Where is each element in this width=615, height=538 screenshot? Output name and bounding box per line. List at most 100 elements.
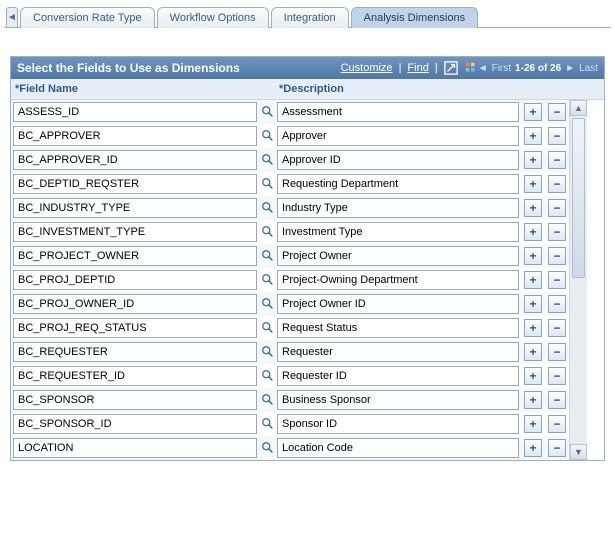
delete-row-button[interactable]: − [548, 367, 566, 385]
description-input[interactable] [277, 150, 519, 170]
description-input[interactable] [277, 438, 519, 458]
description-input[interactable] [277, 294, 519, 314]
description-input[interactable] [277, 126, 519, 146]
nav-last-label[interactable]: Last [579, 63, 598, 74]
add-row-button[interactable]: + [524, 103, 542, 121]
description-input[interactable] [277, 366, 519, 386]
view-all-icon[interactable] [444, 61, 458, 75]
tab-integration[interactable]: Integration [271, 7, 349, 28]
nav-range: 1-26 of 26 [515, 63, 561, 74]
lookup-icon[interactable] [261, 366, 275, 386]
description-input[interactable] [277, 390, 519, 410]
lookup-icon[interactable] [261, 294, 275, 314]
tab-analysis-dimensions[interactable]: Analysis Dimensions [351, 7, 478, 28]
download-icon[interactable] [464, 61, 478, 75]
delete-row-button[interactable]: − [548, 151, 566, 169]
delete-row-button[interactable]: − [548, 319, 566, 337]
delete-row-button[interactable]: − [548, 415, 566, 433]
field-name-input[interactable] [13, 366, 257, 386]
find-link[interactable]: Find [407, 62, 428, 74]
add-row-button[interactable]: + [524, 367, 542, 385]
lookup-icon[interactable] [261, 150, 275, 170]
dimensions-grid: Select the Fields to Use as Dimensions C… [10, 56, 605, 461]
lookup-icon[interactable] [261, 102, 275, 122]
description-input[interactable] [277, 174, 519, 194]
lookup-icon[interactable] [261, 342, 275, 362]
add-row-button[interactable]: + [524, 343, 542, 361]
lookup-icon[interactable] [261, 318, 275, 338]
delete-row-button[interactable]: − [548, 127, 566, 145]
description-input[interactable] [277, 318, 519, 338]
field-name-input[interactable] [13, 150, 257, 170]
delete-row-button[interactable]: − [548, 175, 566, 193]
field-name-input[interactable] [13, 414, 257, 434]
scroll-thumb[interactable] [572, 118, 585, 278]
field-name-input[interactable] [13, 198, 257, 218]
field-name-input[interactable] [13, 294, 257, 314]
delete-row-button[interactable]: − [548, 199, 566, 217]
column-header-row: *Field Name *Description [11, 79, 604, 100]
description-input[interactable] [277, 102, 519, 122]
delete-row-button[interactable]: − [548, 223, 566, 241]
field-name-input[interactable] [13, 342, 257, 362]
delete-row-button[interactable]: − [548, 391, 566, 409]
description-input[interactable] [277, 342, 519, 362]
add-row-button[interactable]: + [524, 439, 542, 457]
lookup-icon[interactable] [261, 126, 275, 146]
field-name-input[interactable] [13, 222, 257, 242]
add-row-button[interactable]: + [524, 415, 542, 433]
nav-first-arrow-icon[interactable]: ◄ [478, 63, 488, 74]
tab-scroll-left[interactable]: ◄ [6, 7, 18, 27]
add-row-button[interactable]: + [524, 223, 542, 241]
lookup-icon[interactable] [261, 390, 275, 410]
add-row-button[interactable]: + [524, 247, 542, 265]
field-name-input[interactable] [13, 126, 257, 146]
description-input[interactable] [277, 270, 519, 290]
add-row-button[interactable]: + [524, 319, 542, 337]
grid-title: Select the Fields to Use as Dimensions [17, 61, 341, 75]
field-name-input[interactable] [13, 270, 257, 290]
add-row-button[interactable]: + [524, 295, 542, 313]
lookup-icon[interactable] [261, 438, 275, 458]
field-name-input[interactable] [13, 102, 257, 122]
vertical-scrollbar[interactable]: ▲ ▼ [569, 100, 587, 460]
nav-first-label[interactable]: First [492, 63, 511, 74]
scroll-down-icon[interactable]: ▼ [570, 444, 587, 460]
field-name-input[interactable] [13, 318, 257, 338]
field-name-input[interactable] [13, 174, 257, 194]
lookup-icon[interactable] [261, 174, 275, 194]
description-input[interactable] [277, 246, 519, 266]
delete-row-button[interactable]: − [548, 103, 566, 121]
tab-strip: ◄ Conversion Rate Type Workflow Options … [4, 4, 611, 28]
tab-workflow-options[interactable]: Workflow Options [157, 7, 269, 28]
field-name-input[interactable] [13, 390, 257, 410]
delete-row-button[interactable]: − [548, 295, 566, 313]
lookup-icon[interactable] [261, 198, 275, 218]
add-row-button[interactable]: + [524, 391, 542, 409]
description-input[interactable] [277, 198, 519, 218]
add-row-button[interactable]: + [524, 151, 542, 169]
lookup-icon[interactable] [261, 246, 275, 266]
field-name-input[interactable] [13, 438, 257, 458]
field-name-input[interactable] [13, 246, 257, 266]
tab-conversion-rate-type[interactable]: Conversion Rate Type [20, 7, 155, 28]
lookup-icon[interactable] [261, 270, 275, 290]
add-row-button[interactable]: + [524, 199, 542, 217]
lookup-icon[interactable] [261, 414, 275, 434]
add-row-button[interactable]: + [524, 271, 542, 289]
col-field-name[interactable]: *Field Name [11, 79, 259, 99]
add-row-button[interactable]: + [524, 175, 542, 193]
description-input[interactable] [277, 222, 519, 242]
delete-row-button[interactable]: − [548, 271, 566, 289]
lookup-icon[interactable] [261, 222, 275, 242]
delete-row-button[interactable]: − [548, 247, 566, 265]
delete-row-button[interactable]: − [548, 439, 566, 457]
description-input[interactable] [277, 414, 519, 434]
scroll-up-icon[interactable]: ▲ [570, 100, 587, 116]
grid-title-bar: Select the Fields to Use as Dimensions C… [11, 57, 604, 79]
delete-row-button[interactable]: − [548, 343, 566, 361]
col-description[interactable]: *Description [275, 79, 521, 99]
nav-last-arrow-icon[interactable]: ► [565, 63, 575, 74]
add-row-button[interactable]: + [524, 127, 542, 145]
customize-link[interactable]: Customize [341, 62, 393, 74]
